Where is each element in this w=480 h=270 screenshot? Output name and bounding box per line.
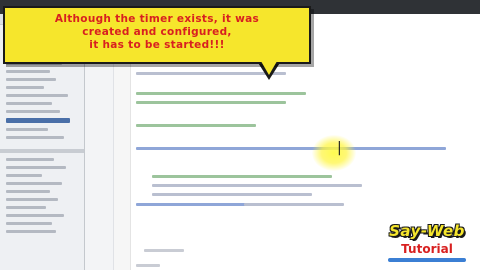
code-line: [136, 264, 160, 267]
tree-item[interactable]: [6, 86, 44, 89]
tree-item[interactable]: [6, 128, 48, 131]
logo-subtitle: Tutorial: [401, 242, 453, 256]
code-line: [136, 124, 256, 127]
code-line: [136, 101, 286, 104]
property-row[interactable]: [6, 214, 64, 217]
mouse-cursor-icon: |: [337, 140, 342, 156]
code-line: [136, 92, 306, 95]
tree-item[interactable]: [6, 102, 52, 105]
tree-item[interactable]: [6, 78, 56, 81]
callout-tail-fill: [258, 56, 280, 75]
property-row[interactable]: [6, 206, 46, 209]
tree-item[interactable]: [6, 70, 50, 73]
property-row[interactable]: [6, 222, 52, 225]
panel-splitter[interactable]: [0, 149, 84, 153]
code-line: [136, 147, 446, 150]
code-line: [144, 249, 184, 252]
tree-item[interactable]: [6, 110, 60, 113]
property-row[interactable]: [6, 158, 54, 161]
logo-title: Say-Web: [389, 222, 465, 240]
callout-text: Although the timer exists, it was create…: [54, 13, 260, 51]
tree-item[interactable]: [6, 136, 64, 139]
tree-item[interactable]: [6, 94, 68, 97]
code-line: [244, 203, 344, 206]
property-row[interactable]: [6, 182, 62, 185]
logo-underline: [388, 258, 466, 262]
property-row[interactable]: [6, 230, 56, 233]
say-web-tutorial-logo: Say-Web Tutorial: [380, 222, 474, 266]
property-row[interactable]: [6, 174, 42, 177]
cursor-highlight: [312, 135, 356, 171]
property-row[interactable]: [6, 198, 58, 201]
code-line: [152, 175, 332, 178]
code-line: [152, 193, 312, 196]
code-line: [152, 184, 362, 187]
property-row[interactable]: [6, 166, 66, 169]
property-row[interactable]: [6, 190, 50, 193]
tree-item-selected[interactable]: [6, 118, 70, 123]
